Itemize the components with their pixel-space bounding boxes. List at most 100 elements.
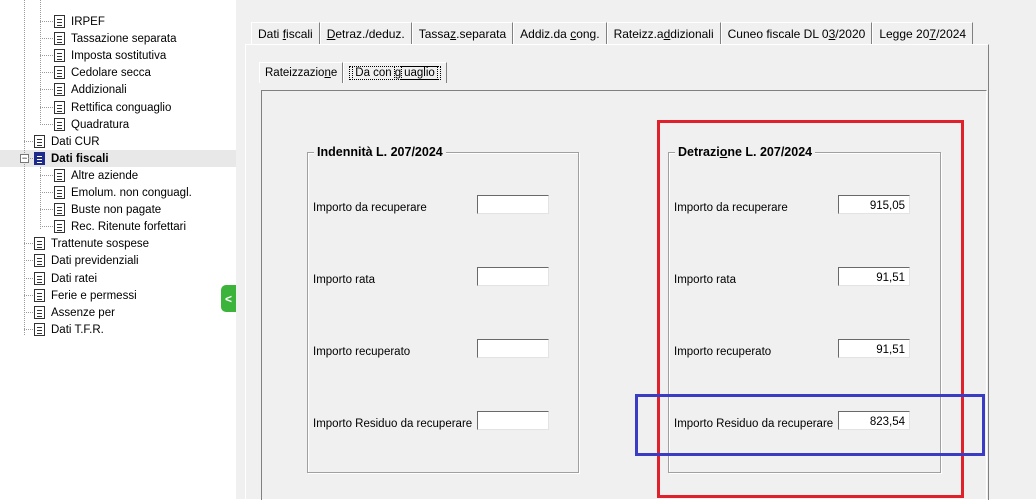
subtab-0[interactable]: Rateizzazione (259, 62, 344, 83)
tree-item[interactable]: IRPEF (54, 13, 105, 30)
indennita-importo-recuperato-field[interactable] (477, 339, 549, 358)
tree-connector (24, 141, 33, 142)
tree-item[interactable]: Dati ratei (34, 270, 97, 287)
tree-item-label: Assenze per (51, 306, 115, 319)
collapse-panel-button[interactable]: < (221, 285, 236, 312)
tree-item-label: Dati fiscali (51, 152, 109, 165)
tree-item-label: Rec. Ritenute forfettari (71, 220, 187, 233)
tree-item[interactable]: Assenze per (34, 304, 115, 321)
indennita-importo-rata-field[interactable] (477, 267, 549, 286)
tree-item-label: Dati ratei (51, 272, 98, 285)
tree-connector (40, 124, 53, 125)
tab-label: Detraz./deduz. (326, 27, 405, 41)
document-icon (54, 32, 65, 45)
annotation-blue-box (635, 394, 985, 456)
tab-4[interactable]: Rateizz.addizionali (606, 22, 721, 45)
document-icon (34, 289, 45, 302)
indennita-importo-da-recuperare-field[interactable] (477, 195, 549, 214)
tree-connector (40, 226, 53, 227)
tree-item-label: Tassazione separata (71, 32, 177, 45)
tree-item[interactable]: Altre aziende (54, 167, 138, 184)
tree-connector (40, 89, 53, 90)
tree-connector (24, 158, 33, 159)
tree-item[interactable]: Dati fiscali (34, 150, 109, 167)
document-icon (34, 306, 45, 319)
document-icon (54, 203, 65, 216)
navigation-tree: − IRPEF Tassazione separata Imposta sostit… (0, 0, 236, 499)
tree-item-label: Imposta sostitutiva (71, 49, 167, 62)
tree-line-level1 (24, 0, 25, 335)
tab-6[interactable]: Legge 207/2024 (872, 22, 974, 45)
tab-2[interactable]: Tassaz.separata (411, 22, 514, 45)
tab-label: Dati fiscali (258, 27, 313, 41)
tree-item-label: Trattenute sospese (51, 237, 150, 250)
tree-item[interactable]: Tassazione separata (54, 30, 176, 47)
tree-item[interactable]: Addizionali (54, 81, 127, 98)
tree-item-label: Emolum. non conguagl. (71, 186, 192, 199)
tree-connector (24, 243, 33, 244)
document-icon (54, 49, 65, 62)
tree-item[interactable]: Dati previdenziali (34, 252, 139, 269)
indennita-label-importo-recuperato: Importo recuperato (313, 346, 411, 358)
subtab-label: Rateizzazione (265, 67, 338, 79)
tab-label: Cuneo fiscale DL 03/2020 (727, 27, 866, 41)
tree-item[interactable]: Cedolare secca (54, 64, 151, 81)
tab-0[interactable]: Dati fiscali (251, 22, 320, 45)
tree-item[interactable]: Emolum. non conguagl. (54, 184, 192, 201)
tree-item[interactable]: Rettifica conguaglio (54, 99, 171, 116)
tree-item-label: Cedolare secca (71, 66, 151, 79)
subtab-1[interactable]: Da con g uaglio (343, 62, 447, 83)
tree-item[interactable]: Trattenute sospese (34, 235, 149, 252)
tree-item-label: Dati CUR (51, 135, 100, 148)
tree-connector (40, 209, 53, 210)
tree-connector (24, 260, 33, 261)
tree-connector (40, 72, 53, 73)
document-icon (34, 135, 45, 148)
tree-item[interactable]: Ferie e permessi (34, 287, 137, 304)
main-tabstrip: Dati fiscali Detraz./deduz. Tassaz.separat… (251, 22, 974, 45)
tree-item[interactable]: Imposta sostitutiva (54, 47, 166, 64)
tree-item[interactable]: Dati CUR (34, 133, 100, 150)
tree-connector (40, 55, 53, 56)
tree-item-label: Dati previdenziali (51, 254, 139, 267)
document-icon (54, 66, 65, 79)
tree-connector (24, 295, 33, 296)
tree-item[interactable]: Dati T.F.R. (34, 321, 104, 338)
document-icon (54, 83, 65, 96)
document-icon (54, 118, 65, 131)
tree-connector (24, 329, 33, 330)
group-indennita-title: Indennità L. 207/2024 (314, 145, 446, 159)
document-icon (34, 152, 45, 165)
tree-item-label: Ferie e permessi (51, 289, 137, 302)
tree-item[interactable]: Rec. Ritenute forfettari (54, 218, 186, 235)
document-icon (54, 220, 65, 233)
tab-3[interactable]: Addiz.da cong. (513, 22, 607, 45)
indennita-label-importo-da-recuperare: Importo da recuperare (313, 202, 427, 214)
document-icon (54, 15, 65, 28)
tree-item[interactable]: Buste non pagate (54, 201, 161, 218)
subtab-label: Da con g uaglio (349, 66, 441, 80)
tree-connector (40, 38, 53, 39)
tab-label: Tassaz.separata (418, 27, 507, 41)
tree-item-label: Dati T.F.R. (51, 323, 104, 336)
tree-item[interactable]: Quadratura (54, 116, 129, 133)
tree-connector (40, 175, 53, 176)
tree-connector (40, 21, 53, 22)
indennita-label-importo-residuo: Importo Residuo da recuperare (313, 418, 473, 430)
tree-connector (40, 107, 53, 108)
chevron-left-icon: < (224, 291, 232, 306)
document-icon (34, 237, 45, 250)
document-icon (54, 169, 65, 182)
indennita-importo-residuo-field[interactable] (477, 411, 549, 430)
tab-label: Rateizz.addizionali (613, 27, 714, 41)
tree-connector (24, 278, 33, 279)
tab-label: Legge 207/2024 (879, 27, 967, 41)
tab-5[interactable]: Cuneo fiscale DL 03/2020 (720, 22, 873, 45)
document-icon (54, 186, 65, 199)
tree-line-level2-b (40, 167, 41, 229)
tree-item-label: Buste non pagate (71, 203, 162, 216)
tree-item-label: Rettifica conguaglio (71, 101, 172, 114)
sub-tabstrip: Rateizzazione Da con g uaglio (259, 62, 447, 83)
tab-1[interactable]: Detraz./deduz. (319, 22, 412, 45)
tree-connector (24, 312, 33, 313)
